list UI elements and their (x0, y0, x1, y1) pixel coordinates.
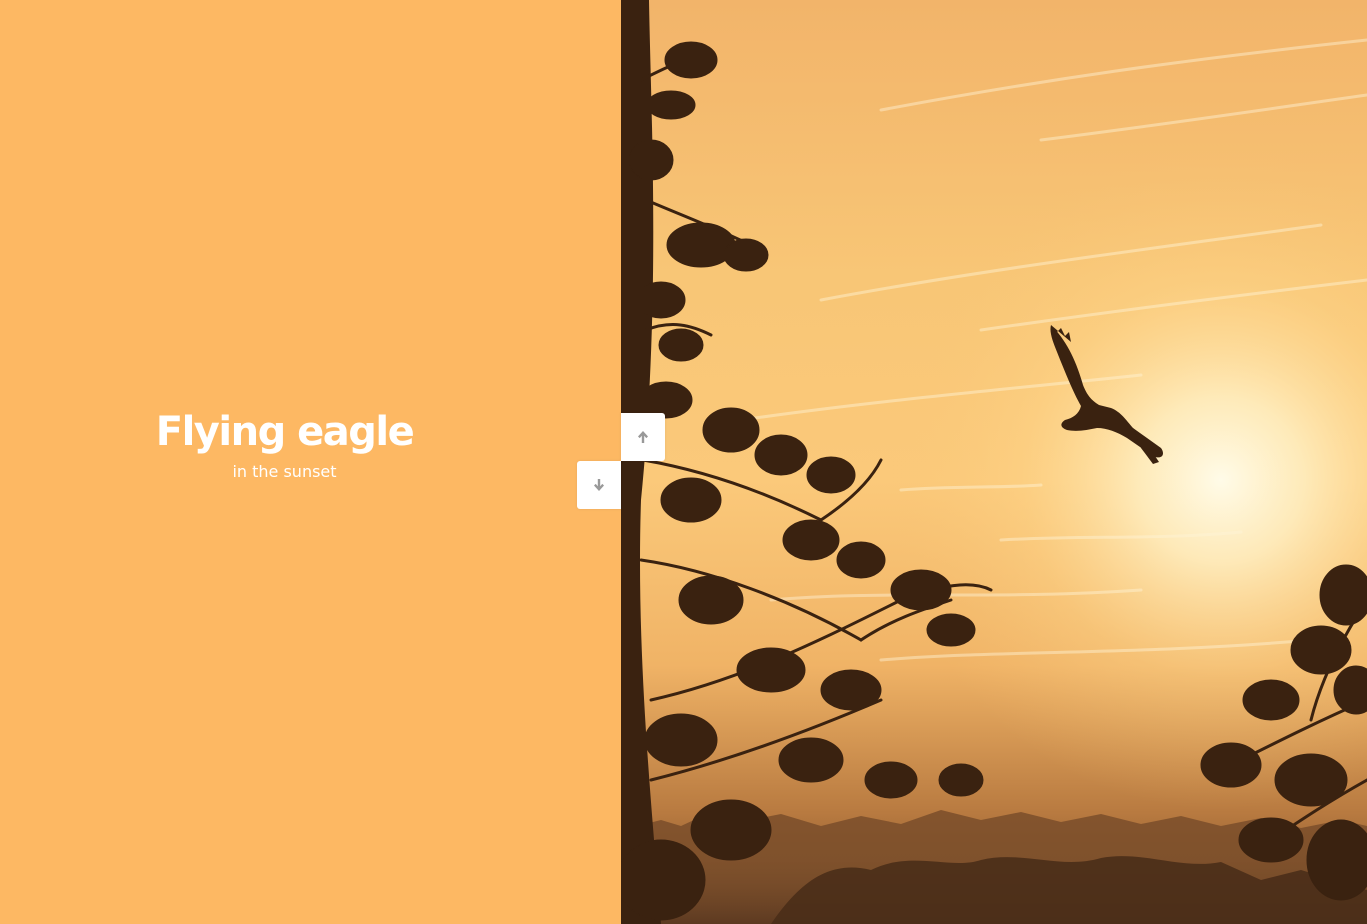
photo-panel (621, 0, 1367, 924)
slide-title: Flying eagle (155, 409, 415, 455)
arrow-up-icon (638, 431, 648, 443)
sunset-eagle-photo (621, 0, 1367, 924)
arrow-down-icon (594, 479, 604, 491)
text-panel: Flying eagle in the sunset (0, 0, 621, 924)
slide-caption: Flying eagle in the sunset (0, 408, 569, 482)
slide-up-button[interactable] (621, 413, 665, 461)
split-slider: Flying eagle in the sunset (0, 0, 1367, 924)
slide-subtitle: in the sunset (232, 462, 337, 481)
slide-down-button[interactable] (577, 461, 621, 509)
